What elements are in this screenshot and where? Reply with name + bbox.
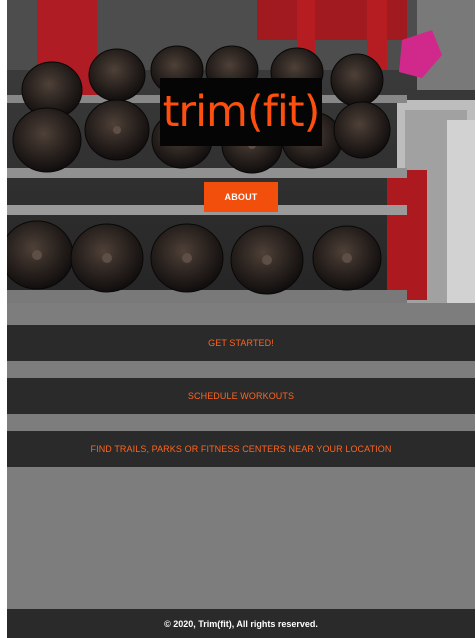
find-locations-button[interactable]: FIND TRAILS, PARKS OR FITNESS CENTERS NE… (7, 431, 475, 467)
copyright-text: © 2020, Trim(fit), All rights reserved. (164, 618, 318, 629)
footer: © 2020, Trim(fit), All rights reserved. (7, 609, 475, 638)
hero-banner: trim(fit) ABOUT (7, 0, 475, 303)
logo-text: trim(fit) (162, 86, 321, 137)
schedule-workouts-button[interactable]: SCHEDULE WORKOUTS (7, 378, 475, 414)
page: trim(fit) ABOUT GET STARTED! SCHEDULE WO… (7, 0, 475, 638)
about-button[interactable]: ABOUT (204, 182, 278, 212)
logo[interactable]: trim(fit) (160, 78, 322, 146)
hero-background-image (7, 0, 475, 303)
get-started-button[interactable]: GET STARTED! (7, 325, 475, 361)
